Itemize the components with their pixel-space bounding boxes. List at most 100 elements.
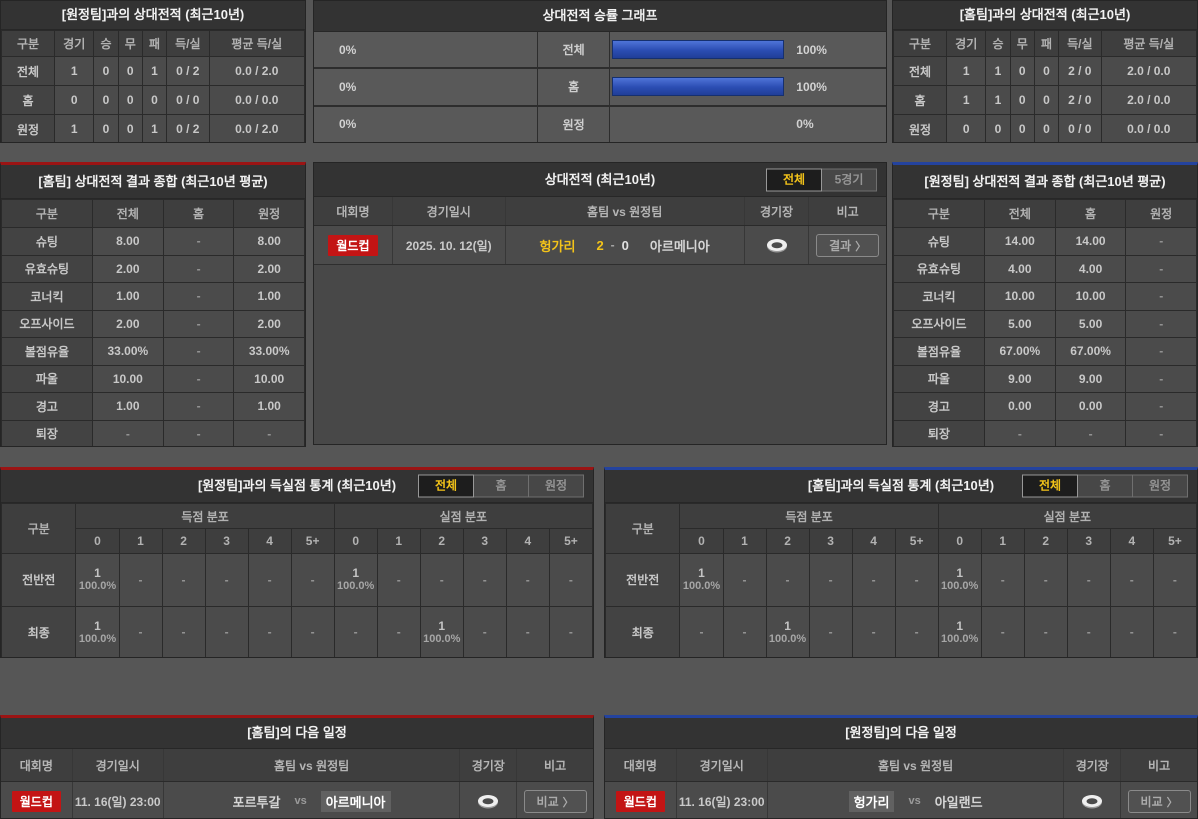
dist-percent: 100.0% [941,580,979,593]
empty-area [314,265,886,444]
score-dist-cell: - [204,605,249,657]
stat-value-cell: 0 [1033,114,1060,142]
column-header: 4 [505,528,550,554]
column-header: 4 [247,528,292,554]
stat-value-cell: 33.00% [233,337,305,366]
dist-percent: 100.0% [78,580,117,593]
graph-left-value: 0% [339,117,357,132]
filter-tab[interactable]: 홈 [473,474,529,498]
stat-value-cell: 10.00 [233,364,305,393]
filter-tab[interactable]: 원정 [528,474,584,498]
away-score: 0 [621,237,629,253]
stat-value-cell: 0.0 / 2.0 [208,56,305,86]
stat-value-cell: 2 / 0 [1058,85,1102,115]
stat-value-cell: 14.00 [1054,227,1127,256]
stat-value-cell: - [162,254,235,283]
panel-title: [홈팀]과의 득실점 통계 (최근10년) 전체 홈 원정 [605,470,1197,503]
column-header: 2 [419,528,464,554]
column-header: 득/실 [166,30,210,57]
stat-value-cell: 1 [985,85,1011,115]
goal-stats-vs-away-table: 구분 득점 분포 실점 분포 0 1 2 3 4 5+ 0 1 2 3 4 5+ 전반전 1 100.0% - - - -… [1,503,593,657]
stat-value-cell: 0.0 / 2.0 [208,114,305,142]
stats-table: 구분 경기 승 무 패 득/실 평균 득/실 전체 1 0 0 1 0 / 2 0.0 / 2.0 홈 0 0 0… [1,30,305,142]
chevron-right-icon: 〉 [855,240,867,253]
filter-tab[interactable]: 전체 [1022,474,1078,498]
column-header: 홈 [162,199,235,228]
column-header: 홈팀 vs 원정팀 [506,197,745,225]
graph-right-value: 100% [796,79,827,94]
score-dist-cell: - [894,605,939,657]
score-dist-cell: - [980,553,1025,607]
column-header: 0 [679,528,724,554]
filter-tab[interactable]: 홈 [1077,474,1133,498]
score-dist-cell: 1 100.0% [333,553,378,607]
stat-value-cell: 4.00 [983,254,1056,283]
stat-value-cell: - [1125,309,1197,338]
stat-value-cell: - [91,419,164,446]
stat-value-cell: 0 [93,56,119,86]
goal-stats-table: 구분 득점 분포 실점 분포 0 1 2 3 4 5+ 0 1 2 3 4 5+ 전반전 1 100.0% - - - -… [605,503,1197,657]
score-dist-cell: - [462,553,507,607]
score-dist-cell: - [247,553,292,607]
row-label: 슈팅 [893,227,985,256]
table-row: 전체 1 1 0 0 2 / 0 2.0 / 0.0 [893,56,1197,86]
column-header: 구분 [1,199,93,228]
row-label: 유효슈팅 [1,254,93,283]
graph-bar-right [612,40,785,60]
column-header: 홈팀 vs 원정팀 [768,749,1065,781]
column-header: 3 [1066,528,1111,554]
compare-button[interactable]: 비교 〉 [1127,789,1191,813]
h2h-vs-home-panel: [홈팀]과의 상대전적 (최근10년) 구분 경기 승 무 패 득/실 평균 득/실 전체 1 1… [892,0,1198,143]
stat-value-cell: 33.00% [91,337,164,366]
winrate-graph-row: 0% 원정 0% [314,106,886,142]
filter-tab[interactable]: 5경기 [821,168,877,191]
column-header: 무 [117,30,143,57]
score-dist-cell: - [505,553,550,607]
row-label: 홈 [1,85,56,115]
stat-value-cell: 0 / 0 [166,85,210,115]
table-row: 홈11002 / 0 2.0 / 0.0 [893,85,1197,115]
column-header: 경기장 [745,197,810,225]
column-header: 1 [722,528,767,554]
score-dist-cell: - [247,605,292,657]
stat-value-cell: 0.00 [1054,392,1127,421]
stat-value-cell: - [1125,419,1197,446]
stat-value-cell: - [1125,364,1197,393]
filter-tab[interactable]: 전체 [766,168,822,191]
result-button[interactable]: 결과 〉 [816,233,880,257]
filter-tab[interactable]: 원정 [1132,474,1188,498]
table-row: 오프사이드 5.00 5.00- [893,309,1197,338]
stat-value-cell: 0 / 2 [166,56,210,86]
column-header: 대회명 [605,749,677,781]
stat-value-cell: 4.00 [1054,254,1127,283]
h2h-matches-panel: 상대전적 (최근10년) 전체 5경기 대회명 경기일시 홈팀 vs 원정팀 경기… [313,162,887,445]
column-header: 대회명 [1,749,73,781]
stat-value-cell: - [162,419,235,446]
filter-tab[interactable]: 전체 [418,474,474,498]
group-header: 실점 분포 [333,503,593,529]
column-header: 홈 [1054,199,1127,228]
stat-value-cell: - [1125,282,1197,311]
stat-value-cell: - [1125,254,1197,283]
panel-title: 상대전적 승률 그래프 [314,1,886,32]
dist-percent: 100.0% [337,580,375,593]
table-row: 퇴장 - - - [1,419,305,446]
schedule-table-header: 대회명 경기일시 홈팀 vs 원정팀 경기장 비고 [1,749,593,782]
score-dist-cell: - [722,605,767,657]
score-dist-cell: - [1023,605,1068,657]
compare-button[interactable]: 비교 〉 [523,789,587,813]
graph-bar-right [612,77,785,97]
panel-title: [원정팀]과의 상대전적 (최근10년) [1,1,305,30]
dist-count: 1 [784,618,791,633]
stat-value-cell: 8.00 [233,227,305,256]
score-dist-cell: - [894,553,939,607]
panel-title: [홈팀]과의 상대전적 (최근10년) [893,1,1197,30]
panel-title-text: [원정팀]과의 득실점 통계 (최근10년) [197,478,397,493]
stat-value-cell: 0 [985,114,1011,142]
column-header: 1 [118,528,163,554]
stat-value-cell: 1.00 [91,282,164,311]
home-team-name: 포르투갈 [232,794,281,810]
away-team-name: 아일랜드 [934,794,983,810]
score-dist-cell: - [851,605,896,657]
stadium-icon [765,237,789,254]
